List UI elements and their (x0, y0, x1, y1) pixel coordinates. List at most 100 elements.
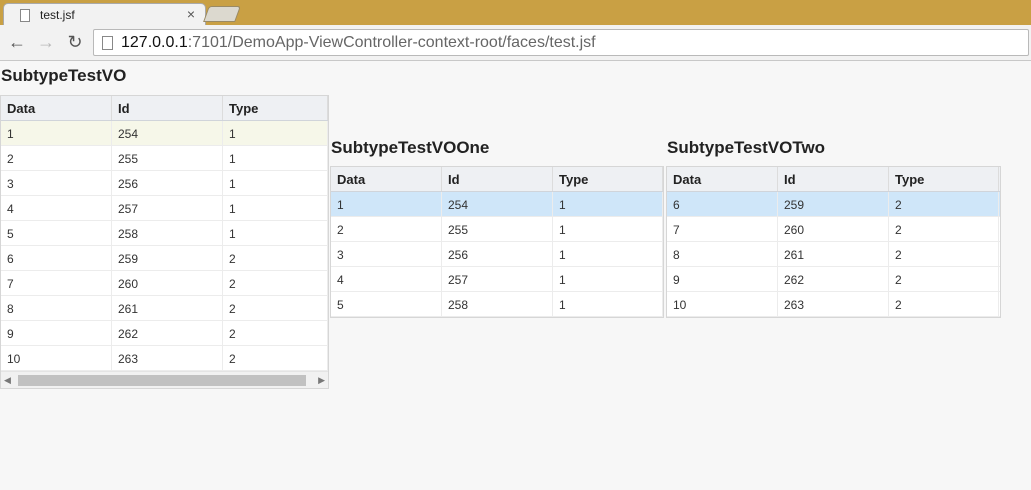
table-row[interactable]: 8 261 2 (1, 296, 328, 321)
table-cell: 3 (1, 171, 112, 195)
table-cell: 262 (778, 267, 889, 291)
table-row[interactable]: 6 259 2 (667, 192, 1000, 217)
table-row[interactable]: 5 258 1 (1, 221, 328, 246)
table-cell: 2 (223, 296, 328, 320)
table-cell: 255 (442, 217, 553, 241)
close-tab-icon[interactable]: × (187, 6, 195, 22)
table-row[interactable]: 1 254 1 (331, 192, 663, 217)
url-host: 127.0.0.1 (121, 34, 188, 51)
new-tab-button[interactable] (203, 6, 241, 22)
table-cell: 258 (112, 221, 223, 245)
table-row[interactable]: 4 257 1 (331, 267, 663, 292)
table-cell: 1 (223, 121, 328, 145)
table-cell: 7 (1, 271, 112, 295)
table-cell: 2 (223, 246, 328, 270)
table-cell: 261 (778, 242, 889, 266)
table-row[interactable]: 3 256 1 (331, 242, 663, 267)
column-header[interactable]: Type (889, 167, 999, 191)
table-cell: 2 (223, 346, 328, 370)
table-cell: 2 (223, 271, 328, 295)
table-row[interactable]: 2 255 1 (1, 146, 328, 171)
table-row[interactable]: 10 263 2 (667, 292, 1000, 317)
column-header[interactable]: Type (223, 96, 328, 120)
section-title-main: SubtypeTestVO (1, 66, 127, 85)
table-row[interactable]: 8 261 2 (667, 242, 1000, 267)
table-cell: 2 (889, 267, 999, 291)
table-cell: 2 (889, 217, 999, 241)
forward-icon[interactable]: → (35, 31, 57, 53)
table-row[interactable]: 7 260 2 (1, 271, 328, 296)
scroll-right-icon[interactable]: ▶ (318, 375, 325, 386)
table-cell: 263 (778, 292, 889, 316)
table-row[interactable]: 7 260 2 (667, 217, 1000, 242)
table-cell: 1 (553, 192, 663, 216)
browser-tab[interactable]: test.jsf × (3, 3, 206, 26)
table-subtype-test-vo-one: Data Id Type 1 254 1 2 255 1 3 256 1 4 257 1 5 258 1 (330, 166, 664, 318)
table-row[interactable]: 5 258 1 (331, 292, 663, 317)
column-header[interactable]: Id (778, 167, 889, 191)
table-row[interactable]: 10 263 2 (1, 346, 328, 371)
table-cell: 10 (1, 346, 112, 370)
table-cell: 261 (112, 296, 223, 320)
section-title-one: SubtypeTestVOOne (331, 138, 490, 157)
table-cell: 6 (1, 246, 112, 270)
column-header[interactable]: Id (442, 167, 553, 191)
table-cell: 9 (1, 321, 112, 345)
table-row[interactable]: 9 262 2 (667, 267, 1000, 292)
column-header[interactable]: Data (1, 96, 112, 120)
table-cell: 254 (442, 192, 553, 216)
table-cell: 2 (889, 242, 999, 266)
table-row[interactable]: 4 257 1 (1, 196, 328, 221)
table-cell: 2 (331, 217, 442, 241)
table-row[interactable]: 1 254 1 (1, 121, 328, 146)
table-row[interactable]: 6 259 2 (1, 246, 328, 271)
table-cell: 1 (1, 121, 112, 145)
address-bar[interactable]: 127.0.0.1:7101/DemoApp-ViewController-co… (93, 29, 1029, 56)
reload-icon[interactable]: ↻ (64, 31, 86, 53)
table-cell: 2 (223, 321, 328, 345)
table-cell: 260 (112, 271, 223, 295)
table-cell: 1 (223, 196, 328, 220)
table-cell: 262 (112, 321, 223, 345)
table-cell: 258 (442, 292, 553, 316)
table-cell: 1 (223, 171, 328, 195)
table-cell: 1 (553, 267, 663, 291)
table-row[interactable]: 9 262 2 (1, 321, 328, 346)
table-cell: 256 (442, 242, 553, 266)
column-header[interactable]: Id (112, 96, 223, 120)
table-cell: 1 (553, 292, 663, 316)
scrollbar-thumb[interactable] (18, 375, 306, 386)
section-title-two: SubtypeTestVOTwo (667, 138, 826, 157)
table-cell: 257 (112, 196, 223, 220)
table-row[interactable]: 3 256 1 (1, 171, 328, 196)
table-cell: 259 (778, 192, 889, 216)
browser-toolbar: ← → ↻ 127.0.0.1:7101/DemoApp-ViewControl… (0, 25, 1031, 61)
table-subtype-test-vo-two: Data Id Type 6 259 2 7 260 2 8 261 2 9 262 2 10 263 2 (666, 166, 1001, 318)
table-row[interactable]: 2 255 1 (331, 217, 663, 242)
back-icon[interactable]: ← (6, 31, 28, 53)
table-cell: 4 (331, 267, 442, 291)
table-cell: 254 (112, 121, 223, 145)
table-subtype-test-vo: Data Id Type 1 254 1 2 255 1 3 256 1 4 257 1 5 258 1 6 259 2… (0, 95, 329, 389)
table-cell: 255 (112, 146, 223, 170)
browser-titlebar: test.jsf × (0, 0, 1031, 26)
table-cell: 256 (112, 171, 223, 195)
column-header[interactable]: Type (553, 167, 663, 191)
column-header[interactable]: Data (667, 167, 778, 191)
table-cell: 5 (1, 221, 112, 245)
table-cell: 4 (1, 196, 112, 220)
table-header: Data Id Type (1, 96, 328, 121)
page-icon (102, 36, 113, 50)
table-cell: 5 (331, 292, 442, 316)
table-cell: 263 (112, 346, 223, 370)
table-cell: 7 (667, 217, 778, 241)
column-header[interactable]: Data (331, 167, 442, 191)
table-cell: 8 (667, 242, 778, 266)
table-cell: 259 (112, 246, 223, 270)
horizontal-scrollbar[interactable]: ◀ ▶ (1, 371, 328, 388)
table-cell: 1 (553, 242, 663, 266)
table-cell: 1 (331, 192, 442, 216)
url-text: 127.0.0.1:7101/DemoApp-ViewController-co… (121, 34, 596, 52)
scroll-left-icon[interactable]: ◀ (4, 375, 11, 386)
table-cell: 1 (223, 146, 328, 170)
